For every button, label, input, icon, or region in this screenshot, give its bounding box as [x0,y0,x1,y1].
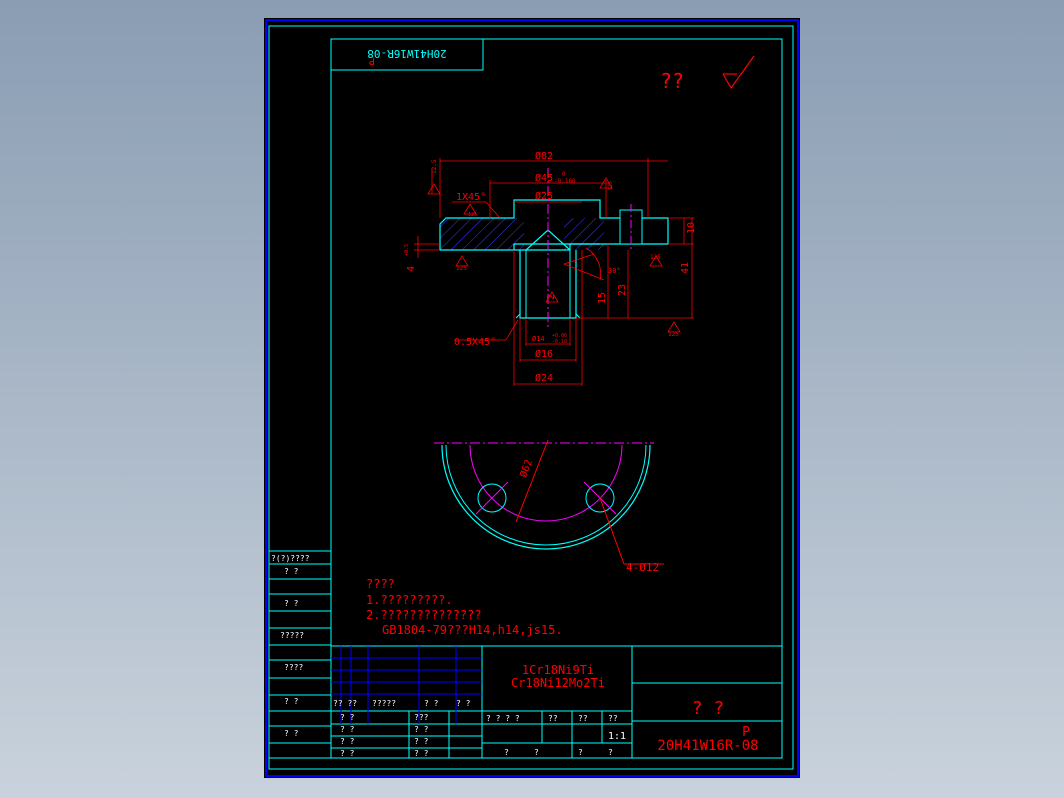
label-rough-6: 125 [668,331,679,338]
left-strip [269,550,331,759]
roughness-check-icon [722,55,755,90]
label-h41: 41 [680,262,691,274]
tb-row-4: ? ? [456,699,471,708]
label-d25: Ø25 [535,190,553,202]
leader-chamfer-bottom-tip [505,319,519,341]
label-chamfer-top: 1X45° [456,192,486,203]
label-rough-4: 125 [456,265,467,272]
tb-code: 20H41W16R-08 [657,738,758,754]
notes-line-1: 1.?????????. [366,593,453,607]
strip-cell-3: ? ? [284,599,299,608]
tb-material-1: 1Cr18Ni9Ti [522,663,594,677]
d62-leader [515,439,549,523]
label-d82: Ø82 [535,150,553,162]
leader-chamfer-top-tip [485,201,501,219]
title-block-main-text: 1Cr18Ni9Ti Cr18Ni12Mo2Ti ? ? P 20H41W16R… [511,663,759,754]
tb-left-2: ? ? [340,725,355,734]
tb-mid-3: ? ? [414,737,429,746]
mirrored-code-text: 20H41W16R-08 [367,47,446,60]
plan-view [434,439,664,565]
bolt-left-cross-a [475,481,509,515]
label-rough-5: 125 [650,254,661,261]
label-d16: Ø16 [535,348,553,360]
hatched-section-left [440,218,524,250]
tb-mid-4: ? ? [414,749,429,758]
technical-notes: ???? 1.?????????. 2.?????????????? GB180… [366,577,563,637]
label-rough-1: 12.5 [431,159,438,174]
strip-cell-7: ? ? [284,729,299,738]
label-chamfer-bottom: 0.5X45° [454,337,496,348]
label-h23: 23 [617,284,628,296]
drawing-sheet: 20H41W16R-08 P ?? Ø82 Ø45 0 -0.160 Ø25 1… [264,18,800,778]
angle-line-b [563,253,595,265]
roughness-note: ?? [660,69,684,93]
label-d24: Ø24 [535,372,553,384]
tb-info-3: ?? [578,714,588,723]
tb-bottom-1: ? [504,748,509,757]
tb-bottom-4: ? [608,748,613,757]
label-rough-3: 125 [608,181,614,190]
label-d14-tol-lower: -0.10 [552,339,567,345]
notes-line-2: 2.?????????????? [366,608,482,622]
label-d45: Ø45 [535,172,553,184]
label-rough-2: 125 [468,212,477,218]
strip-cell-4: ????? [280,631,304,640]
tb-mid-1: ??? [414,713,429,722]
tb-info-4: ?? [608,714,618,723]
label-h4: 4 [406,266,417,272]
label-d14: Ø14 [532,335,545,343]
label-h10: 10 [686,222,697,234]
tb-row-3: ? ? [424,699,439,708]
flange-outer-arc [441,444,651,550]
inner-frame [330,38,783,759]
angle-arc [585,247,601,281]
flange-inner-arc [445,444,647,546]
notes-title: ???? [366,577,395,591]
mirrored-p: P [369,55,375,66]
label-h4-tol: +0.5 [404,244,410,256]
strip-cell-2: ? ? [284,567,299,576]
tb-row-2: ????? [372,699,396,708]
label-h15: 15 [597,292,608,304]
tb-scale: 1:1 [608,731,626,742]
label-angle30: 30° [608,267,621,275]
mirrored-code: 20H41W16R-08 [367,47,446,60]
drawing-canvas: 20H41W16R-08 P ?? Ø82 Ø45 0 -0.160 Ø25 1… [265,19,799,777]
label-holes: 4-Ø12 [626,561,659,574]
label-h2: 2 [546,294,557,300]
left-strip-labels: ?(?)???? ? ? ? ? ????? ???? ? ? ? ? [271,554,310,738]
tb-part-name: ? ? [692,698,725,719]
tb-info-1: ? ? ? ? [486,714,520,723]
strip-cell-5: ???? [284,663,303,672]
strip-cell-6: ? ? [284,697,299,706]
strip-cell-1: ?(?)???? [271,554,310,563]
tb-row-1: ?? ?? [333,699,357,708]
tb-material-2: Cr18Ni12Mo2Ti [511,676,605,690]
tb-bottom-2: ? [534,748,539,757]
tb-info-2: ?? [548,714,558,723]
label-d62: Ø62 [518,458,535,479]
notes-line-3: GB1804-79???H14,h14,js15. [382,623,563,637]
tb-bottom-3: ? [578,748,583,757]
bolt-circle-arc [469,444,623,522]
label-d45-tol-upper: 0 [562,171,566,178]
dimension-labels: Ø82 Ø45 0 -0.160 Ø25 1X45° 0.5X45° Ø14 +… [404,150,697,384]
tb-left-1: ? ? [340,713,355,722]
title-block-small-labels: ?? ?? ????? ? ? ? ? ? ? ? ? ? ? ? ? ??? … [333,699,626,758]
tb-mid-2: ? ? [414,725,429,734]
label-d45-tol-lower: -0.160 [554,178,576,185]
tb-left-4: ? ? [340,749,355,758]
tb-left-3: ? ? [340,737,355,746]
